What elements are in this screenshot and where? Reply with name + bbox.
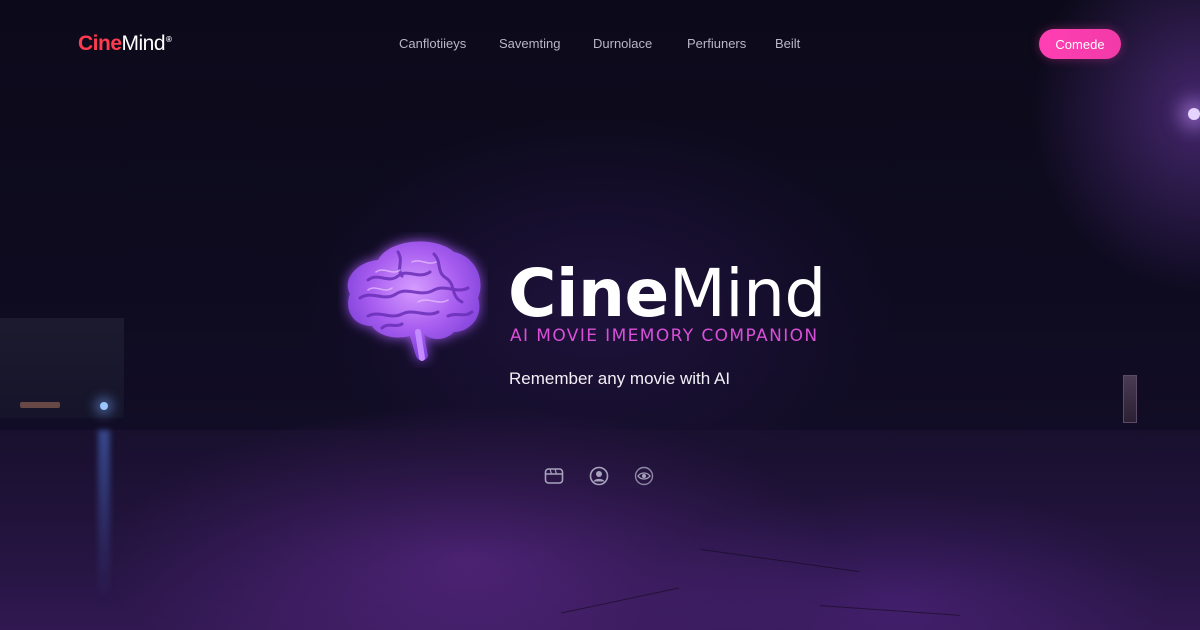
cta-button[interactable]: Comede [1039,29,1121,59]
building-window-right [1123,375,1137,423]
ground-crack [561,587,679,614]
lamp-reflection [98,430,110,600]
brain-icon [338,232,488,368]
nav-item-canflotiieys[interactable]: Canflotiieys [399,36,466,51]
building-light [20,402,60,408]
hero-title-mind: Mind [668,255,827,332]
film-icon[interactable] [543,465,565,487]
eye-icon[interactable] [633,465,655,487]
site-header: CineMind® Canflotiieys Savemting Durnola… [0,0,1200,90]
user-circle-icon[interactable] [588,465,610,487]
ground-crack [700,548,860,573]
nav-item-savemting[interactable]: Savemting [499,36,560,51]
hero-title-cine: Cine [508,255,669,332]
light-glow-right [1188,108,1200,120]
hero-title: CineMind [508,258,826,330]
street-lamp [100,402,108,410]
ground-crack [820,605,960,616]
building-left [0,318,124,418]
ground-floor [0,430,1200,630]
main-nav: Canflotiieys Savemting Durnolace Perfiun… [0,36,1200,56]
nav-item-beilt[interactable]: Beilt [775,36,800,51]
nav-item-perfiuners[interactable]: Perfiuners [687,36,746,51]
feature-icons [543,465,658,487]
hero-subtitle: AI MOVIE IMEMORY COMPANION [510,326,819,346]
nav-item-durnolace[interactable]: Durnolace [593,36,652,51]
hero-tagline: Remember any movie with AI [509,369,731,388]
